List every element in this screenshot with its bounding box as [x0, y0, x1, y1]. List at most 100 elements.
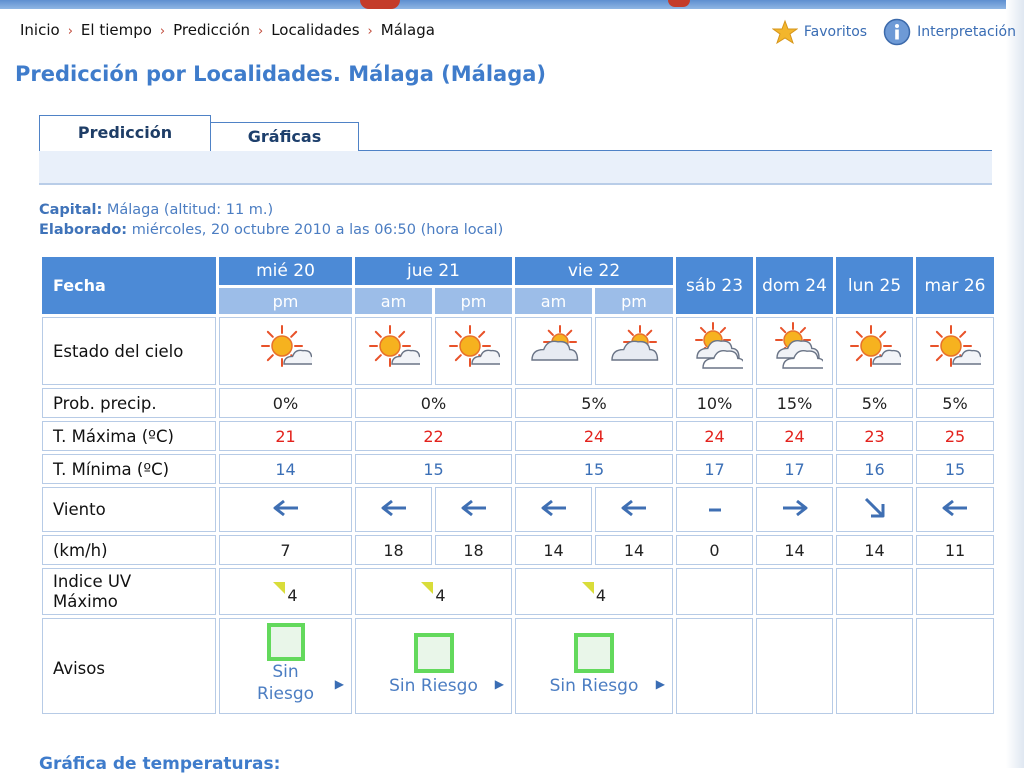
avisos-row: Avisos Sin Riesgo ▶ Sin Riesgo ▶ Sin Rie… — [42, 618, 994, 714]
expand-arrow-icon[interactable]: ▶ — [495, 677, 504, 691]
wind-cell — [435, 487, 512, 532]
interpretacion-label: Interpretación — [917, 24, 1016, 40]
tmin-cell: 16 — [836, 454, 913, 484]
sun-cloud-icon — [260, 325, 318, 378]
window-edge — [1006, 0, 1024, 768]
forecast-table: Fecha mié 20 jue 21 vie 22 sáb 23 dom 24… — [39, 254, 997, 717]
sky-cell — [836, 317, 913, 385]
precip-cell: 0% — [219, 388, 352, 418]
row-label: Estado del cielo — [42, 317, 216, 385]
row-label: (km/h) — [42, 535, 216, 565]
sun-cloud-icon — [929, 325, 987, 378]
aviso-cell-empty — [916, 618, 994, 714]
interpretacion-link[interactable]: Interpretación — [883, 18, 1016, 46]
day-header: lun 25 — [836, 257, 913, 314]
tmin-cell: 15 — [515, 454, 673, 484]
uv-row: Indice UV Máximo 4 4 4 — [42, 568, 994, 615]
row-label: Viento — [42, 487, 216, 532]
tab-bar — [39, 150, 992, 185]
aviso-text-line1: Sin — [272, 662, 299, 682]
tab-strip: Predicción Gráficas — [39, 115, 992, 185]
expand-arrow-icon[interactable]: ▶ — [335, 677, 344, 691]
expand-arrow-icon[interactable]: ▶ — [656, 677, 665, 691]
wind-speed-cell: 18 — [435, 535, 512, 565]
star-icon — [771, 19, 798, 45]
temperature-chart-heading: Gráfica de temperaturas: — [39, 754, 281, 774]
uv-cell-empty — [836, 568, 913, 615]
tmax-cell: 24 — [756, 421, 833, 451]
uv-value: 4 — [435, 585, 446, 605]
top-banner-strip — [0, 0, 1024, 9]
banner-decoration — [668, 0, 690, 7]
tab-prediccion[interactable]: Predicción — [39, 115, 211, 151]
arrow-left-icon — [539, 499, 569, 522]
sky-cell — [916, 317, 994, 385]
breadcrumb-separator-icon: › — [367, 24, 373, 39]
row-label: Avisos — [42, 618, 216, 714]
arrow-left-icon — [619, 499, 649, 522]
wind-cell — [515, 487, 592, 532]
sky-cell — [515, 317, 592, 385]
wind-speed-cell: 18 — [355, 535, 432, 565]
favoritos-link[interactable]: Favoritos — [771, 19, 867, 45]
aviso-text: Sin Riesgo — [549, 676, 639, 696]
aviso-text-line2: Riesgo — [256, 684, 315, 704]
breadcrumb-prediccion[interactable]: Predicción — [173, 21, 250, 39]
wind-cell — [676, 487, 753, 532]
sky-cell — [435, 317, 512, 385]
arrow-left-icon — [940, 499, 970, 522]
cloudy-sun-icon — [767, 322, 826, 380]
breadcrumb-malaga: Málaga — [380, 21, 435, 39]
breadcrumb-localidades[interactable]: Localidades — [271, 21, 359, 39]
capital-label: Capital: — [39, 202, 103, 218]
breadcrumb-separator-icon: › — [258, 24, 264, 39]
banner-decoration — [360, 0, 400, 9]
capital-value: Málaga (altitud: 11 m.) — [106, 202, 274, 218]
sun-cloud-icon — [849, 325, 907, 378]
sky-cell — [355, 317, 432, 385]
breadcrumb: Inicio › El tiempo › Predicción › Localidades ›… — [20, 21, 435, 39]
page-title: Predicción por Localidades. Málaga (Mála… — [15, 62, 547, 86]
elaborado-value: miércoles, 20 octubre 2010 a las 06:50 (… — [131, 222, 504, 238]
period-header: am — [515, 288, 592, 314]
uv-cell-empty — [756, 568, 833, 615]
breadcrumb-separator-icon: › — [67, 24, 73, 39]
aviso-cell[interactable]: Sin Riesgo ▶ — [515, 618, 673, 714]
top-links: Favoritos Interpretación — [756, 18, 1016, 46]
row-label: T. Mínima (ºC) — [42, 454, 216, 484]
wind-cell — [355, 487, 432, 532]
period-header: am — [355, 288, 432, 314]
aviso-cell-empty — [676, 618, 753, 714]
tab-graficas[interactable]: Gráficas — [211, 122, 359, 151]
info-icon — [883, 18, 911, 46]
breadcrumb-el-tiempo[interactable]: El tiempo — [81, 21, 152, 39]
wind-cell — [219, 487, 352, 532]
wind-cell — [756, 487, 833, 532]
precip-cell: 0% — [355, 388, 512, 418]
breadcrumb-inicio[interactable]: Inicio — [20, 21, 60, 39]
arrow-left-icon — [271, 499, 301, 522]
uv-value: 4 — [595, 585, 607, 605]
uv-cell-empty — [916, 568, 994, 615]
cloud-sun-icon — [606, 325, 662, 378]
tmax-cell: 23 — [836, 421, 913, 451]
arrow-left-icon — [379, 499, 409, 522]
aviso-cell[interactable]: Sin Riesgo ▶ — [355, 618, 512, 714]
uv-cell: 4 — [219, 568, 352, 615]
forecast-meta: Capital: Málaga (altitud: 11 m.) Elabora… — [39, 200, 503, 240]
precip-cell: 5% — [515, 388, 673, 418]
precip-cell: 15% — [756, 388, 833, 418]
arrow-down-right-icon — [862, 497, 888, 525]
aviso-cell-empty — [836, 618, 913, 714]
sky-cell — [595, 317, 673, 385]
tmax-cell: 21 — [219, 421, 352, 451]
arrow-right-icon — [780, 499, 810, 522]
day-header: sáb 23 — [676, 257, 753, 314]
row-label: Indice UV Máximo — [42, 568, 216, 615]
wind-speed-cell: 14 — [836, 535, 913, 565]
uv-level-icon — [273, 581, 286, 594]
aviso-cell[interactable]: Sin Riesgo ▶ — [219, 618, 352, 714]
day-header: jue 21 — [355, 257, 512, 285]
day-header: dom 24 — [756, 257, 833, 314]
wind-speed-row: (km/h) 7 18 18 14 14 0 14 14 11 — [42, 535, 994, 565]
